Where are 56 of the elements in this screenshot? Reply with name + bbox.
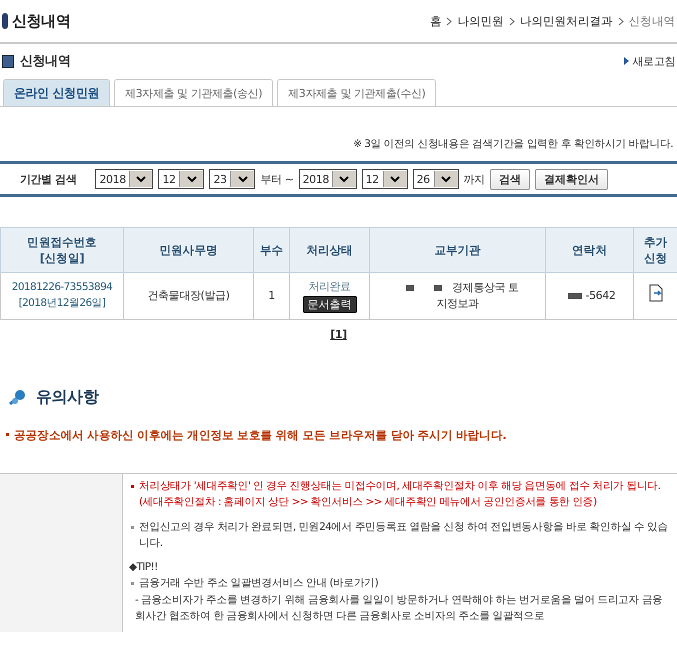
chevron-icon — [618, 16, 624, 26]
column-header: 추가 신청 — [634, 228, 677, 272]
chevron-icon — [446, 16, 452, 26]
info-text: - 금융소비자가 주소를 변경하기 위해 금융회사를 일일이 방문하거나 연락해야 하는 번거로움을 덜어 드리고자 금융회사간 협조하여 한 금융회사에서 신청하면 다른 금융회사로 소비자의 주소를 일괄적으로 — [134, 592, 664, 624]
date-select[interactable]: 2018 — [298, 169, 357, 189]
search-button[interactable]: 검색 — [490, 168, 530, 190]
column-header: 처리상태 — [290, 228, 370, 272]
column-header: 민원사무명 — [124, 228, 254, 272]
title-marker-icon — [2, 13, 8, 29]
page-link[interactable]: [1] — [330, 328, 347, 341]
table-cell: 건축물대장(발급) — [124, 272, 254, 320]
table-cell: 1 — [254, 272, 290, 320]
chevron-icon — [508, 16, 515, 26]
bullet-icon — [131, 526, 134, 529]
date-select[interactable]: 26 — [412, 169, 459, 189]
range-label: 부터 ~ — [260, 172, 294, 186]
column-header: 민원접수번호 [신청일] — [0, 228, 124, 272]
arrow-icon — [624, 57, 629, 65]
breadcrumb-item[interactable]: 나의민원처리결과 — [520, 14, 613, 28]
caution-title: 유의사항 — [36, 387, 98, 408]
breadcrumb-item[interactable]: 홈 — [430, 14, 442, 28]
document-icon[interactable] — [646, 284, 664, 302]
notice-text: ※ 3일 이전의 신청내용은 검색기간을 입력한 후 확인하시기 바랍니다. — [353, 137, 673, 152]
info-text: 전입신고의 경우 처리가 완료되면, 민원24에서 주민등록표 열람을 신청 하여 전입변동사항을 바로 확인하실 수 있습니다. — [139, 520, 669, 551]
column-header: 교부기관 — [370, 228, 546, 272]
tab[interactable]: 제3자제출 및 기관제출(송신) — [114, 79, 274, 106]
print-button[interactable]: 문서출력 — [302, 296, 356, 312]
column-header: 부수 — [254, 228, 290, 272]
bullet-icon — [6, 433, 9, 436]
tab[interactable]: 제3자제출 및 기관제출(수신) — [277, 79, 436, 106]
section-icon — [2, 54, 14, 68]
table-cell: 경제통상국 토 지정보과 — [370, 272, 546, 320]
refresh-link[interactable]: 새로고침 — [632, 54, 675, 68]
caution-text: 공공장소에서 사용하신 이후에는 개인정보 보호를 위해 모든 브라우저를 닫아 주시기 바랍니다. — [14, 428, 506, 443]
date-select[interactable]: 2018 — [95, 169, 154, 189]
info-text: 금융거래 수반 주소 일괄변경서비스 안내 (바로가기) — [139, 576, 378, 592]
breadcrumb-item: 신청내역 — [628, 14, 675, 28]
date-select[interactable]: 12 — [362, 169, 408, 189]
section-title: 신청내역 — [20, 53, 70, 70]
bullet-icon — [131, 582, 134, 586]
column-header: 연락처 — [546, 228, 634, 272]
search-label: 기간별 검색 — [20, 172, 76, 186]
range-label: 까지 — [464, 172, 485, 186]
status-text: 처리완료 — [307, 279, 352, 295]
info-heading: ◆TIP!! — [129, 560, 158, 576]
search-button[interactable]: 결제확인서 — [534, 168, 608, 190]
page-title: 신청내역 — [12, 12, 70, 30]
receipt-cell[interactable]: 20181226-73553894 [2018년12월26일] — [0, 272, 124, 320]
breadcrumb-item[interactable]: 나의민원 — [457, 14, 504, 28]
tab[interactable]: 온라인 신청민원 — [3, 79, 110, 106]
info-text: 처리상태가 '세대주확인' 인 경우 진행상태는 미접수이며, 세대주확인절차 이후 해당 읍면동에 접수 처리가 됩니다. (세대주확인절차 : 홈페이지 상단 >> 확인서비스 >> 세대주확인 메뉴에서 공인인증서를 통한 인증) — [139, 479, 662, 510]
bullet-icon — [131, 485, 134, 488]
date-select[interactable]: 12 — [158, 169, 204, 189]
date-select[interactable]: 23 — [209, 169, 256, 189]
pushpin-icon — [8, 388, 28, 406]
table-cell: -5642 — [546, 272, 634, 320]
